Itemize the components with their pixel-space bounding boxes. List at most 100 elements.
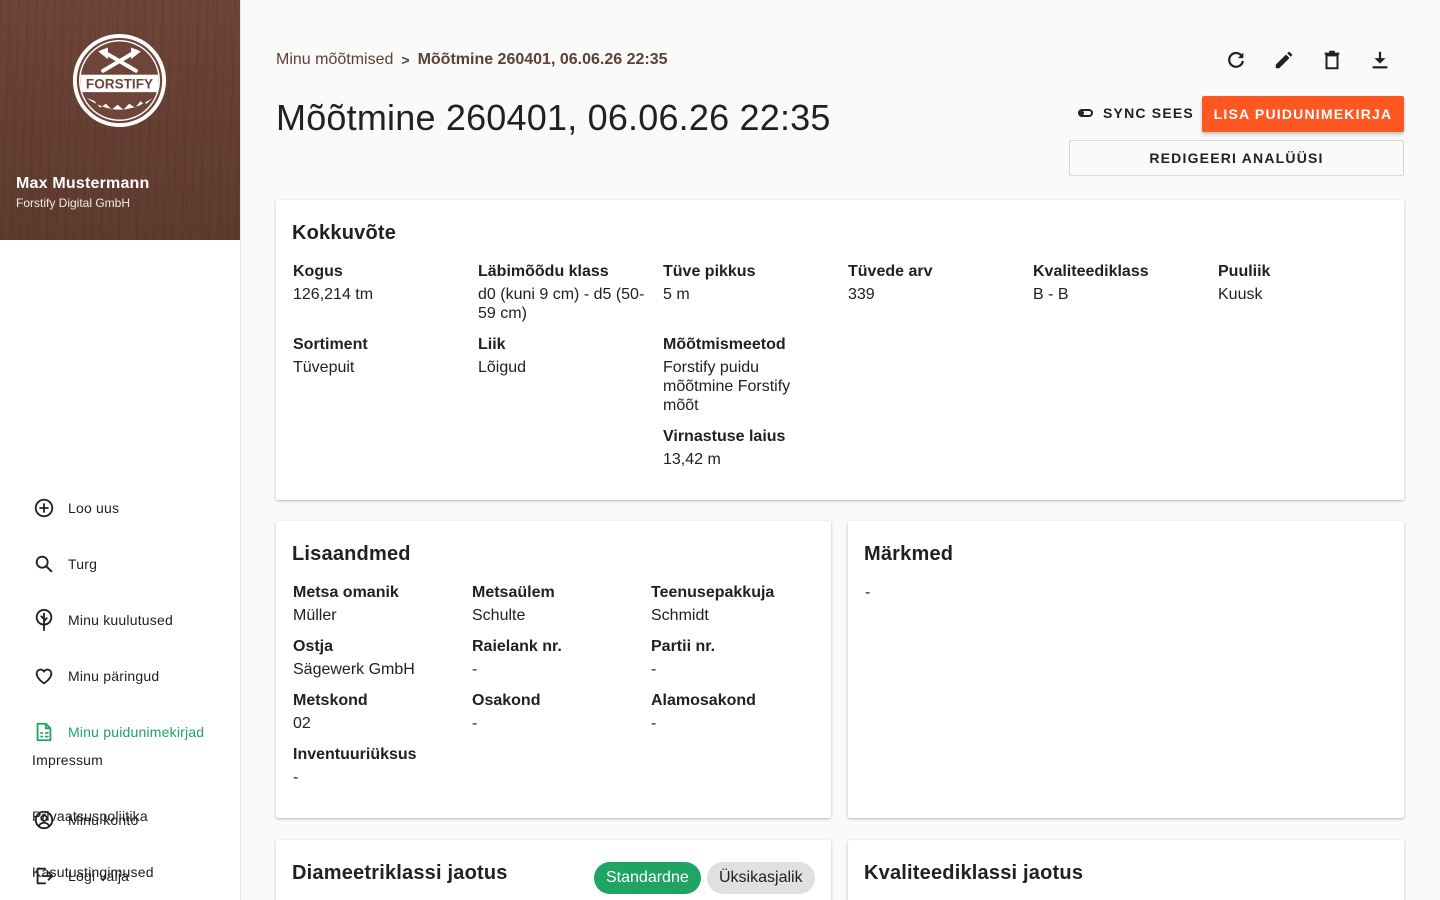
document-list-icon [32, 720, 56, 744]
sidebar: FORSTIFY Max Mustermann Forstify Digital… [0, 0, 241, 900]
field-label: Metsa omanik [293, 584, 399, 601]
field-label: Metskond [293, 692, 368, 709]
extra-field-forest-owner: Metsa omanik Müller [293, 583, 458, 625]
chip-detailed[interactable]: Üksikasjalik [707, 862, 815, 894]
field-value: 339 [848, 286, 875, 303]
field-value: Müller [293, 607, 337, 624]
field-label: Alamosakond [651, 692, 756, 709]
chip-standard[interactable]: Standardne [594, 862, 701, 894]
notes-text: - [865, 584, 871, 601]
extra-field-forest-district: Metskond 02 [293, 691, 458, 733]
field-value: - [651, 715, 657, 732]
summary-field-type: Liik Lõigud [478, 335, 648, 377]
refresh-icon [1228, 51, 1244, 68]
notes-value: - [865, 583, 870, 602]
nav-label: Minu puidunimekirjad [68, 724, 205, 740]
user-company: Forstify Digital GmbH [16, 196, 131, 210]
field-value: - [293, 769, 299, 786]
notes-title: Märkmed [864, 543, 954, 565]
delete-icon [1324, 50, 1340, 70]
summary-field-measuring-method: Mõõtmismeetod Forstify puidu mõõtmine Fo… [663, 335, 813, 415]
field-value: Tüvepuit [293, 359, 355, 376]
extra-field-service-provider: Teenusepakkuja Schmidt [651, 583, 816, 625]
nav-item-my-listings[interactable]: Minu kuulutused [0, 600, 240, 640]
field-value: Lõigud [478, 359, 527, 376]
summary-title: Kokkuvõte [292, 222, 397, 244]
field-label: Kogus [293, 263, 343, 280]
field-label: Puuliik [1218, 263, 1271, 280]
svg-text:FORSTIFY: FORSTIFY [86, 76, 153, 91]
field-label: Osakond [472, 692, 541, 709]
footer-link-terms[interactable]: Kasutustingimused [32, 864, 154, 880]
field-value: B - B [1033, 286, 1069, 303]
nav-item-my-requests[interactable]: Minu päringud [0, 656, 240, 696]
field-value: Forstify puidu mõõtmine Forstify mõõt [663, 359, 791, 414]
user-name: Max Mustermann [16, 175, 150, 192]
breadcrumb: Minu mõõtmised > Mõõtmine 260401, 06.06.… [276, 51, 667, 69]
heart-icon [32, 664, 56, 688]
nav-item-my-wood-lists[interactable]: Minu puidunimekirjad [0, 712, 240, 752]
nav-label: Loo uus [68, 500, 120, 516]
edit-icon [1275, 51, 1293, 69]
extra-field-forest-manager: Metsaülem Schulte [472, 583, 637, 625]
summary-field-diameter-class: Läbimõõdu klass d0 (kuni 9 cm) - d5 (50-… [478, 262, 648, 323]
toolbar [1212, 44, 1404, 76]
edit-button[interactable] [1260, 44, 1308, 76]
field-value: Kuusk [1218, 286, 1263, 303]
sync-toggle[interactable]: SYNC SEES [1078, 105, 1194, 121]
extra-field-inventory-unit: Inventuuriüksus - [293, 745, 458, 787]
nav-item-market[interactable]: Turg [0, 544, 240, 584]
field-label: Partii nr. [651, 638, 716, 655]
summary-field-species: Puuliik Kuusk [1218, 262, 1388, 304]
field-label: Kvaliteediklass [1033, 263, 1149, 280]
notes-card: Märkmed - [848, 521, 1404, 818]
summary-field-quality-class: Kvaliteediklass B - B [1033, 262, 1203, 304]
field-label: Inventuuriüksus [293, 746, 417, 763]
diameter-distribution-card: Diameetriklassi jaotus Standardne Üksika… [276, 840, 831, 900]
field-label: Liik [478, 336, 506, 353]
sidebar-header: FORSTIFY Max Mustermann Forstify Digital… [0, 0, 240, 240]
footer-link-impressum[interactable]: Impressum [32, 752, 103, 768]
field-label: Tüve pikkus [663, 263, 756, 280]
field-value: - [472, 715, 478, 732]
forstify-logo[interactable]: FORSTIFY [71, 32, 168, 129]
extra-field-cutting-area-no: Raielank nr. - [472, 637, 637, 679]
tree-icon [32, 608, 56, 632]
toggle-icon [1078, 109, 1093, 117]
page-title: Mõõtmine 260401, 06.06.26 22:35 [276, 97, 831, 138]
field-label: Metsaülem [472, 584, 555, 601]
delete-button[interactable] [1308, 44, 1356, 76]
add-circle-icon [32, 496, 56, 520]
field-label: Mõõtmismeetod [663, 336, 786, 353]
field-label: Tüvede arv [848, 263, 933, 280]
field-value: Sägewerk GmbH [293, 661, 415, 678]
nav-label: Minu kuulutused [68, 612, 173, 628]
summary-field-pile-width: Virnastuse laius 13,42 m [663, 427, 833, 469]
user-profile: Max Mustermann Forstify Digital GmbH [16, 175, 150, 210]
download-button[interactable] [1356, 44, 1404, 76]
search-icon [32, 552, 56, 576]
field-label: Läbimõõdu klass [478, 263, 609, 280]
field-label: Ostja [293, 638, 334, 655]
add-wood-list-button[interactable]: LISA PUIDUNIMEKIRJA [1202, 96, 1404, 132]
footer-link-privacy-policy[interactable]: Privaatsuspoliitika [32, 808, 148, 824]
field-value: 13,42 m [663, 451, 721, 468]
diameter-distribution-title: Diameetriklassi jaotus [292, 862, 508, 884]
field-value: 5 m [663, 286, 690, 303]
nav-item-create-new[interactable]: Loo uus [0, 488, 240, 528]
breadcrumb-parent[interactable]: Minu mõõtmised [276, 51, 393, 69]
refresh-button[interactable] [1212, 44, 1260, 76]
field-value: - [472, 661, 478, 678]
quality-distribution-title: Kvaliteediklassi jaotus [864, 862, 1084, 884]
extra-field-batch-no: Partii nr. - [651, 637, 816, 679]
additional-data-title: Lisaandmed [292, 543, 411, 565]
breadcrumb-separator: > [401, 52, 410, 68]
field-value: Schulte [472, 607, 526, 624]
edit-analysis-button[interactable]: REDIGEERI ANALÜÜSI [1069, 140, 1404, 176]
nav-label: Turg [68, 556, 98, 572]
field-value: 02 [293, 715, 311, 732]
additional-data-card: Lisaandmed Metsa omanik Müller Metsaülem… [276, 521, 831, 818]
field-label: Raielank nr. [472, 638, 562, 655]
field-label: Teenusepakkuja [651, 584, 775, 601]
download-icon [1372, 51, 1388, 69]
